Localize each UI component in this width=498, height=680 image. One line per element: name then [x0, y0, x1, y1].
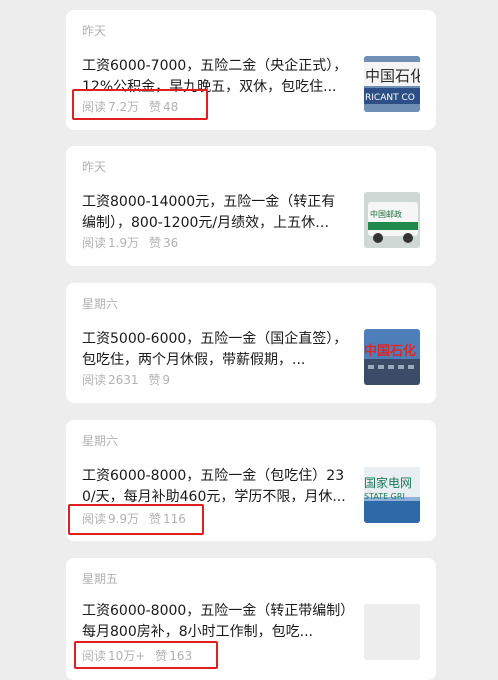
- sinopec-sign-thumbnail[interactable]: 中国石化 RICANT CO: [364, 56, 420, 112]
- like-count: 48: [162, 100, 179, 114]
- article-title[interactable]: 工资5000-6000，五险一金（国企直签），包吃住，两个月休假，带薪假期，..…: [82, 329, 348, 371]
- article-card[interactable]: 星期六 工资5000-6000，五险一金（国企直签），包吃住，两个月休假，带薪假…: [66, 283, 436, 403]
- article-date: 星期六: [82, 297, 119, 311]
- like-label: 赞: [148, 100, 161, 114]
- article-feed: 昨天 工资6000-7000，五险二金（央企正式），12%公积金，早九晚五，双休…: [0, 0, 498, 680]
- china-post-van-thumbnail[interactable]: 中国邮政: [364, 192, 420, 248]
- article-card[interactable]: 星期六 工资6000-8000，五险一金（包吃住）230/天，每月补助460元，…: [66, 420, 436, 541]
- like-label: 赞: [148, 236, 161, 250]
- blank-thumbnail[interactable]: [364, 604, 420, 660]
- article-card[interactable]: 昨天 工资6000-7000，五险二金（央企正式），12%公积金，早九晚五，双休…: [66, 10, 436, 130]
- thumb-text-top: 中国石化: [365, 67, 420, 85]
- thumb-text-bottom: RICANT CO: [365, 93, 415, 103]
- like-count: 163: [169, 649, 193, 663]
- like-count: 116: [162, 512, 186, 526]
- article-date: 星期五: [82, 572, 119, 586]
- article-stats: 阅读 1.9万 赞 36: [82, 234, 178, 251]
- article-title[interactable]: 工资6000-7000，五险二金（央企正式），12%公积金，早九晚五，双休，包吃…: [82, 56, 348, 98]
- article-date: 星期六: [82, 434, 119, 448]
- sinopec-building-thumbnail[interactable]: 中国石化: [364, 329, 420, 385]
- read-label: 阅读: [82, 512, 107, 526]
- read-label: 阅读: [82, 649, 107, 663]
- thumb-text-top: 中国石化: [364, 343, 416, 359]
- like-count: 36: [162, 236, 179, 250]
- thumb-text-bottom: STATE GRI: [364, 492, 405, 501]
- thumb-text-top: 国家电网: [364, 475, 412, 490]
- article-stats: 阅读 10万+ 赞 163: [82, 647, 192, 664]
- article-card[interactable]: 昨天 工资8000-14000元，五险一金（转正有编制），800-1200元/月…: [66, 146, 436, 266]
- read-count: 2631: [108, 373, 139, 387]
- article-date: 昨天: [82, 24, 107, 38]
- article-card[interactable]: 星期五 工资6000-8000，五险一金（转正带编制）每月800房补，8小时工作…: [66, 558, 436, 680]
- like-label: 赞: [155, 649, 168, 663]
- article-stats: 阅读 2631 赞9: [82, 371, 170, 388]
- read-label: 阅读: [82, 373, 107, 387]
- article-date: 昨天: [82, 160, 107, 174]
- like-label: 赞: [148, 373, 161, 387]
- like-count: 9: [162, 373, 171, 387]
- thumb-text-top: 中国邮政: [370, 209, 402, 219]
- article-title[interactable]: 工资6000-8000，五险一金（包吃住）230/天，每月补助460元，学历不限…: [82, 466, 348, 508]
- read-count: 10万+: [108, 649, 146, 663]
- article-stats: 阅读 7.2万 赞 48: [82, 98, 178, 115]
- state-grid-building-thumbnail[interactable]: 国家电网 STATE GRI: [364, 467, 420, 523]
- read-label: 阅读: [82, 236, 107, 250]
- article-title[interactable]: 工资6000-8000，五险一金（转正带编制）每月800房补，8小时工作制，包吃…: [82, 601, 348, 643]
- read-label: 阅读: [82, 100, 107, 114]
- read-count: 7.2万: [108, 100, 140, 114]
- article-stats: 阅读 9.9万 赞 116: [82, 510, 186, 527]
- article-title[interactable]: 工资8000-14000元，五险一金（转正有编制），800-1200元/月绩效，…: [82, 192, 348, 234]
- like-label: 赞: [148, 512, 161, 526]
- read-count: 9.9万: [108, 512, 140, 526]
- read-count: 1.9万: [108, 236, 140, 250]
